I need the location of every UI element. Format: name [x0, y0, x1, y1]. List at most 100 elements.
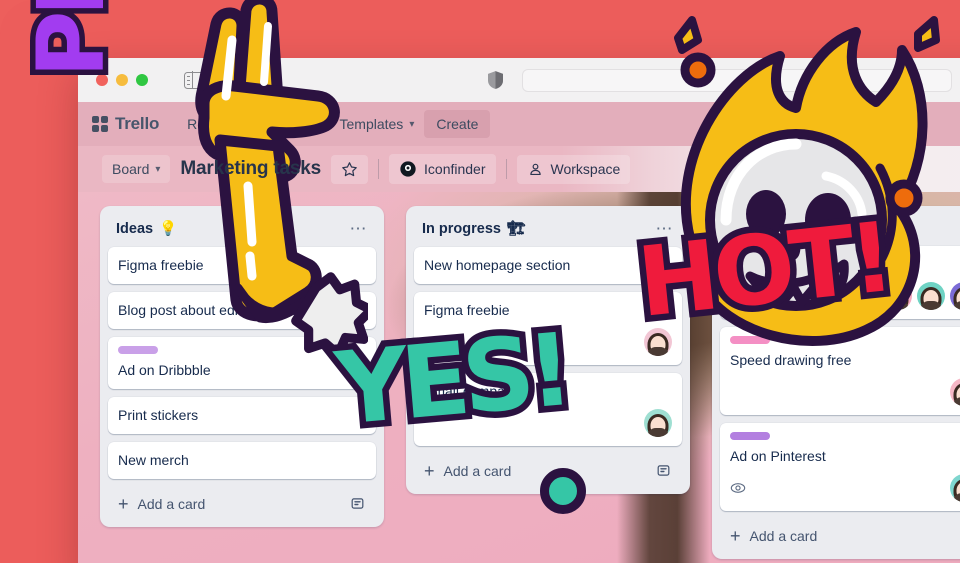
trello-logo-text: Trello [115, 114, 160, 133]
plus-icon: + [118, 493, 129, 514]
card-members [950, 474, 960, 502]
list-header: Done⋯ [720, 214, 960, 246]
card-footer [730, 282, 960, 310]
nav-item-recent-label: Recent [187, 116, 232, 132]
nav-item-starred-label: Starred [262, 116, 309, 132]
workspace-name-label: Iconfinder [424, 161, 486, 177]
address-bar[interactable] [522, 69, 952, 92]
card-footer [424, 409, 672, 437]
board-view-switcher[interactable]: Board ▾ [102, 155, 171, 183]
card-members [950, 378, 960, 406]
board-card[interactable]: Ad on Pinterest [720, 423, 960, 511]
add-card-label: Add a card [749, 527, 818, 544]
add-card-button[interactable]: + Add a card [108, 487, 376, 521]
card-badges [424, 334, 440, 350]
workspace-button[interactable]: Iconfinder [389, 154, 496, 184]
card-title: Print stickers [118, 407, 199, 423]
board-card[interactable]: Print stickers [108, 397, 376, 434]
list-title-text: Ideas [116, 220, 154, 237]
visibility-label: Workspace [550, 161, 621, 177]
card-label[interactable] [730, 336, 770, 344]
nav-item-templates[interactable]: Templates ▾ [330, 110, 425, 138]
card-template-icon[interactable] [655, 462, 672, 479]
board-list: In progress 🏗 ⋯ New homepage section Figma f… [406, 206, 690, 494]
window-traffic-lights [96, 74, 148, 86]
card-title: Blog post about editorial illustrations [118, 302, 343, 318]
trello-logo[interactable]: Trello [92, 114, 159, 134]
avatar[interactable] [644, 328, 672, 356]
create-button[interactable]: Create [424, 110, 491, 138]
watch-eye-icon [730, 483, 746, 493]
header-divider [378, 159, 380, 179]
add-card-button[interactable]: + Add a card [720, 519, 960, 553]
card-title: New stickers [730, 256, 810, 272]
card-footer [424, 328, 672, 356]
close-window-button[interactable] [96, 74, 108, 86]
card-title: Figma freebie [118, 257, 204, 273]
board-card[interactable]: New homepage section [414, 247, 682, 284]
avatar[interactable] [644, 409, 672, 437]
board-canvas: Ideas 💡 ⋯ Figma freebie Blog post about edit… [78, 192, 960, 563]
board-card[interactable]: Speed drawing free [720, 327, 960, 415]
card-label[interactable] [730, 432, 770, 440]
plus-icon: + [730, 525, 741, 546]
visibility-button[interactable]: Workspace [516, 154, 631, 184]
shield-icon[interactable] [488, 71, 503, 89]
board-header: Board ▾ Marketing tasks Iconfinder Works… [78, 146, 960, 192]
minimize-window-button[interactable] [116, 74, 128, 86]
avatar[interactable] [884, 282, 912, 310]
screenshot-stage: ▾ Trello Recent ▾ Starred ▾ Templates ▾ … [0, 0, 960, 563]
chevron-down-icon: ▾ [314, 118, 320, 130]
board-card[interactable]: Figma freebie [414, 292, 682, 365]
avatar[interactable] [950, 474, 960, 502]
list-title[interactable]: In progress 🏗 [422, 220, 526, 238]
board-lists: Ideas 💡 ⋯ Figma freebie Blog post about edit… [100, 206, 960, 559]
board-card[interactable]: Figma freebie [108, 247, 376, 284]
card-members [644, 409, 672, 437]
star-board-button[interactable] [331, 154, 369, 184]
chevron-down-icon[interactable]: ▾ [222, 74, 228, 87]
star-icon [342, 161, 357, 176]
list-actions-icon[interactable]: ⋯ [656, 220, 675, 237]
board-card[interactable]: New stickers [720, 246, 960, 319]
card-title: New merch [118, 452, 189, 468]
board-list: Done⋯ New stickers Speed drawing free Ad on… [712, 206, 960, 559]
avatar[interactable] [950, 282, 960, 310]
board-card[interactable]: New merch [108, 442, 376, 479]
board-card[interactable]: Blog post about editorial illustrations [108, 292, 376, 329]
board-view-label: Board [112, 161, 150, 177]
card-badges [730, 480, 746, 496]
board-card[interactable]: Email campaign [414, 373, 682, 446]
list-emoji: 🏗 [506, 221, 526, 237]
apps-grid-icon[interactable] [92, 116, 108, 132]
page-title: Marketing tasks [180, 158, 322, 179]
browser-window: ▾ Trello Recent ▾ Starred ▾ Templates ▾ … [78, 58, 960, 563]
add-card-label: Add a card [137, 495, 206, 512]
sidebar-toggle-icon[interactable] [184, 70, 206, 90]
card-title: New homepage section [424, 257, 571, 273]
card-label[interactable] [118, 346, 158, 354]
list-actions-icon[interactable]: ⋯ [350, 220, 369, 237]
nav-item-starred[interactable]: Starred ▾ [253, 110, 330, 138]
plus-icon: + [424, 460, 435, 481]
list-emoji: 💡 [159, 221, 178, 237]
add-card-button[interactable]: + Add a card [414, 454, 682, 488]
maximize-window-button[interactable] [136, 74, 148, 86]
iconfinder-logo-icon [400, 161, 416, 177]
nav-item-recent[interactable]: Recent ▾ [177, 110, 252, 138]
trello-top-nav: Trello Recent ▾ Starred ▾ Templates ▾ Cr… [78, 102, 960, 146]
board-card[interactable]: Ad on Dribbble [108, 337, 376, 389]
list-title[interactable]: Done [728, 220, 764, 236]
avatar[interactable] [917, 282, 945, 310]
list-header: Ideas 💡 ⋯ [108, 214, 376, 247]
add-card-label: Add a card [443, 462, 512, 479]
card-footer [730, 474, 960, 502]
avatar[interactable] [950, 378, 960, 406]
chevron-down-icon: ▾ [237, 118, 243, 130]
list-title-text: In progress [422, 220, 501, 237]
card-template-icon[interactable] [349, 495, 366, 512]
browser-titlebar: ▾ [78, 58, 960, 102]
board-list: Ideas 💡 ⋯ Figma freebie Blog post about edit… [100, 206, 384, 527]
header-divider [505, 159, 507, 179]
list-title[interactable]: Ideas 💡 [116, 220, 178, 238]
